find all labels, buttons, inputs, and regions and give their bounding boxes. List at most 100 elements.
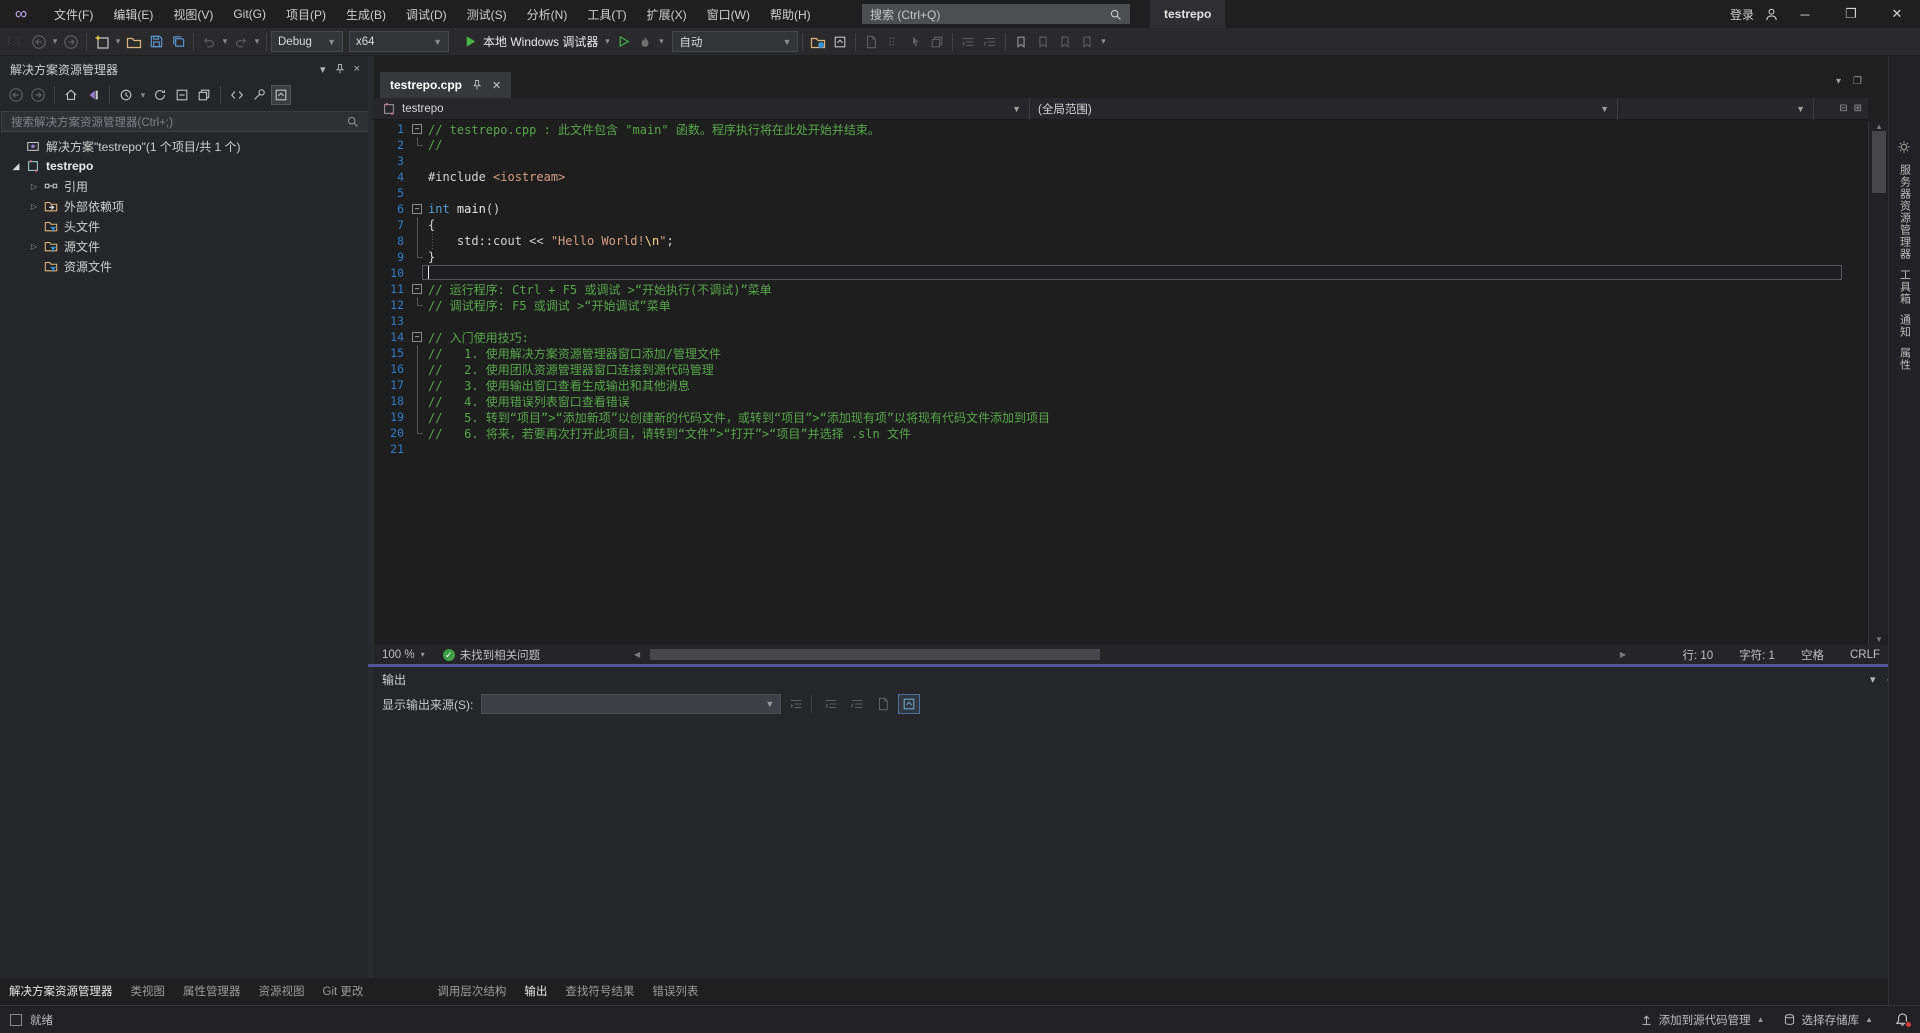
split-window-icon[interactable]: ⊟ bbox=[1839, 103, 1847, 114]
code-editor[interactable]: 1−// testrepo.cpp : 此文件包含 "main" 函数。程序执行… bbox=[374, 121, 1868, 645]
menu-item-帮助(H)[interactable]: 帮助(H) bbox=[760, 0, 821, 28]
solution-configuration-dropdown[interactable]: Debug▼ bbox=[271, 31, 343, 52]
panel-tab-错误列表[interactable]: 错误列表 bbox=[643, 980, 707, 1002]
solution-platform-dropdown[interactable]: x64▼ bbox=[349, 31, 449, 52]
menu-item-测试(S)[interactable]: 测试(S) bbox=[457, 0, 517, 28]
code-line-6[interactable]: 6−int main() bbox=[374, 201, 1868, 217]
select-mode-button[interactable] bbox=[904, 31, 926, 53]
menu-item-编辑(E)[interactable]: 编辑(E) bbox=[103, 0, 163, 28]
save-button[interactable] bbox=[145, 31, 167, 53]
clear-all-button[interactable] bbox=[872, 694, 894, 714]
solution-explorer-window-button[interactable] bbox=[829, 31, 851, 53]
code-line-1[interactable]: 1−// testrepo.cpp : 此文件包含 "main" 函数。程序执行… bbox=[374, 121, 1868, 137]
float-window-icon[interactable]: ❐ bbox=[1853, 76, 1862, 87]
preview-selected-items-button[interactable] bbox=[271, 85, 291, 105]
new-item-button[interactable] bbox=[91, 31, 113, 53]
scroll-left-icon[interactable]: ◀ bbox=[634, 645, 640, 664]
view-code-button[interactable] bbox=[227, 85, 247, 105]
panel-tab-调用层次结构[interactable]: 调用层次结构 bbox=[428, 980, 515, 1002]
tree-item-引用[interactable]: ▷引用 bbox=[0, 176, 370, 196]
fold-margin[interactable]: − bbox=[406, 201, 428, 217]
output-source-dropdown[interactable]: ▼ bbox=[481, 694, 781, 714]
fold-margin[interactable]: − bbox=[406, 121, 428, 137]
pin-icon[interactable] bbox=[334, 63, 346, 75]
panel-tab-查找符号结果[interactable]: 查找符号结果 bbox=[556, 980, 643, 1002]
chevron-collapsed-icon[interactable]: ▷ bbox=[26, 242, 42, 251]
navigate-back-button[interactable] bbox=[28, 31, 50, 53]
maximize-button[interactable]: ❐ bbox=[1828, 0, 1874, 28]
menu-item-调试(D)[interactable]: 调试(D) bbox=[396, 0, 457, 28]
tool-tab-类视图[interactable]: 类视图 bbox=[122, 980, 175, 1002]
save-all-button[interactable] bbox=[167, 31, 189, 53]
fold-collapse-icon[interactable]: − bbox=[412, 332, 422, 342]
scroll-right-icon[interactable]: ▶ bbox=[1620, 645, 1626, 664]
collapse-all-button[interactable] bbox=[172, 85, 192, 105]
code-line-15[interactable]: 15// 1. 使用解决方案资源管理器窗口添加/管理文件 bbox=[374, 345, 1868, 361]
sync-with-active-document-button[interactable] bbox=[807, 31, 829, 53]
document-tab[interactable]: testrepo.cpp ✕ bbox=[380, 72, 511, 98]
add-to-source-control-button[interactable]: 添加到源代码管理 ▲ bbox=[1634, 1012, 1771, 1028]
toolbar-grip-handle[interactable]: ⋮⋮ bbox=[4, 36, 24, 47]
code-line-14[interactable]: 14−// 入门使用技巧: bbox=[374, 329, 1868, 345]
pin-icon[interactable] bbox=[471, 79, 483, 91]
spaces-indicator[interactable]: 空格 bbox=[1801, 647, 1824, 663]
fold-margin[interactable]: − bbox=[406, 329, 428, 345]
menu-item-项目(P)[interactable]: 项目(P) bbox=[276, 0, 336, 28]
tree-item-头文件[interactable]: 头文件 bbox=[0, 216, 370, 236]
auto-hide-tab-通知[interactable]: 通知 bbox=[1897, 314, 1913, 338]
code-line-4[interactable]: 4#include <iostream> bbox=[374, 169, 1868, 185]
member-dropdown[interactable]: ▼ bbox=[1618, 98, 1814, 120]
hot-reload-button[interactable] bbox=[634, 31, 656, 53]
tool-tab-解决方案资源管理器[interactable]: 解决方案资源管理器 bbox=[0, 980, 122, 1002]
tool-tab-Git 更改[interactable]: Git 更改 bbox=[314, 980, 373, 1002]
previous-bookmark-button[interactable] bbox=[1032, 31, 1054, 53]
duplicate-button[interactable] bbox=[926, 31, 948, 53]
solution-explorer-search-input[interactable]: 搜索解决方案资源管理器(Ctrl+;) bbox=[1, 111, 369, 132]
chevron-down-icon[interactable]: ▾ bbox=[113, 36, 123, 47]
toggle-word-wrap-button[interactable] bbox=[898, 694, 920, 714]
code-line-11[interactable]: 11−// 运行程序: Ctrl + F5 或调试 >“开始执行(不调试)”菜单 bbox=[374, 281, 1868, 297]
refresh-button[interactable] bbox=[150, 85, 170, 105]
undo-button[interactable] bbox=[198, 31, 220, 53]
properties-button[interactable] bbox=[249, 85, 269, 105]
auto-hide-tab-服务器资源管理器[interactable]: 服务器资源管理器 bbox=[1897, 164, 1913, 260]
tab-list-chevron-icon[interactable]: ▾ bbox=[1836, 76, 1841, 87]
menu-item-Git(G)[interactable]: Git(G) bbox=[223, 0, 276, 28]
auto-hide-tab-属性[interactable]: 属性 bbox=[1897, 347, 1913, 371]
tool-tab-资源视图[interactable]: 资源视图 bbox=[250, 980, 314, 1002]
menu-item-工具(T)[interactable]: 工具(T) bbox=[577, 0, 636, 28]
navigate-forward-button[interactable] bbox=[60, 31, 82, 53]
chevron-down-icon[interactable]: ▾ bbox=[50, 36, 60, 47]
window-position-icon[interactable]: ▾ bbox=[1870, 673, 1876, 686]
sync-with-active-document-button[interactable] bbox=[194, 85, 214, 105]
start-debugging-button[interactable] bbox=[459, 31, 481, 53]
tree-item-资源文件[interactable]: 资源文件 bbox=[0, 256, 370, 276]
new-vertical-tab-group-icon[interactable]: ⊞ bbox=[1854, 103, 1862, 114]
auto-hide-tab-工具箱[interactable]: 工具箱 bbox=[1897, 269, 1913, 305]
open-file-button[interactable] bbox=[123, 31, 145, 53]
fold-collapse-icon[interactable]: − bbox=[412, 124, 422, 134]
minimize-button[interactable]: ─ bbox=[1782, 0, 1828, 28]
tool-tab-属性管理器[interactable]: 属性管理器 bbox=[174, 980, 250, 1002]
chevron-down-icon[interactable]: ▾ bbox=[220, 36, 230, 47]
chevron-down-icon[interactable]: ▾ bbox=[602, 36, 612, 47]
chevron-down-icon[interactable]: ▾ bbox=[138, 90, 148, 101]
chevron-down-icon[interactable]: ▾ bbox=[656, 36, 666, 47]
line-indicator[interactable]: 行: 10 bbox=[1682, 647, 1713, 663]
redo-button[interactable] bbox=[230, 31, 252, 53]
menu-item-分析(N)[interactable]: 分析(N) bbox=[517, 0, 578, 28]
go-to-next-message-button[interactable] bbox=[846, 694, 868, 714]
quick-search-input[interactable]: 搜索 (Ctrl+Q) bbox=[862, 4, 1130, 24]
panel-tab-输出[interactable]: 输出 bbox=[515, 980, 556, 1002]
toggle-bookmark-button[interactable] bbox=[1010, 31, 1032, 53]
scrollbar-thumb[interactable] bbox=[1872, 131, 1886, 193]
fold-margin[interactable]: − bbox=[406, 281, 428, 297]
chevron-collapsed-icon[interactable]: ▷ bbox=[26, 182, 42, 191]
next-bookmark-button[interactable] bbox=[1054, 31, 1076, 53]
code-line-9[interactable]: 9} bbox=[374, 249, 1868, 265]
fold-collapse-icon[interactable]: − bbox=[412, 284, 422, 294]
tree-item-解决方案"testrepo"(1 个项目/共 1 个)[interactable]: 解决方案"testrepo"(1 个项目/共 1 个) bbox=[0, 136, 370, 156]
close-button[interactable]: ✕ bbox=[1874, 0, 1920, 28]
scrollbar-thumb[interactable] bbox=[650, 649, 1100, 660]
home-button[interactable] bbox=[61, 85, 81, 105]
